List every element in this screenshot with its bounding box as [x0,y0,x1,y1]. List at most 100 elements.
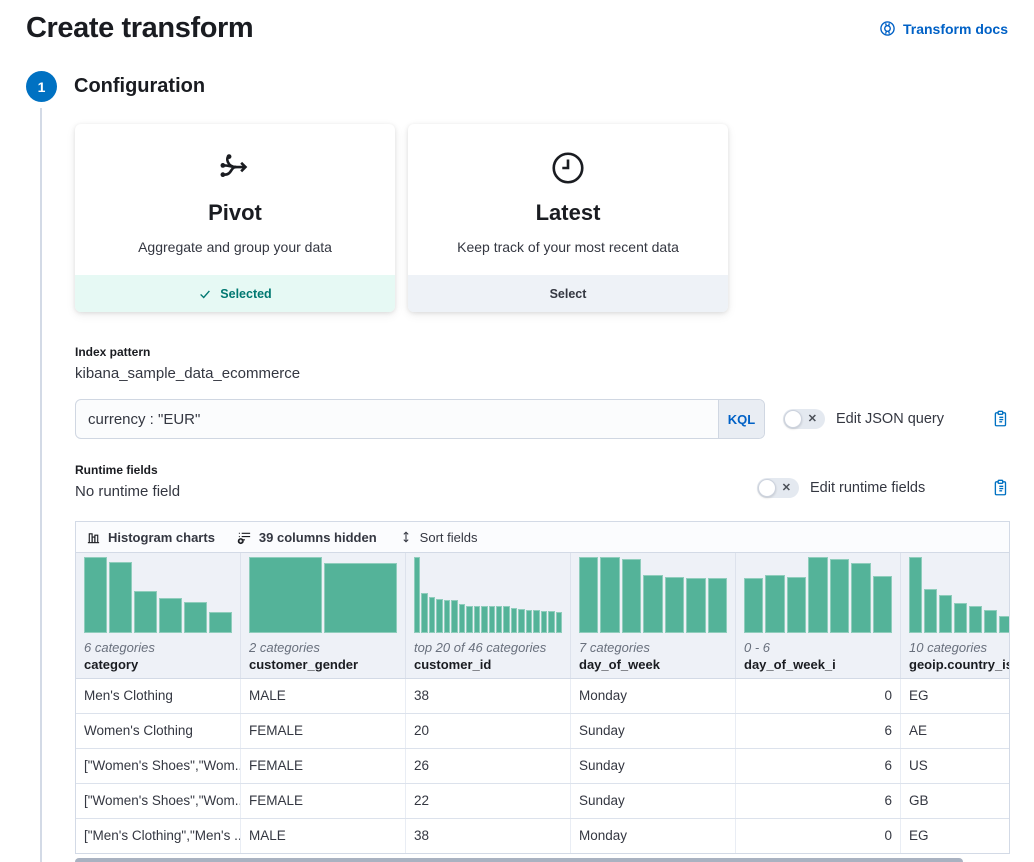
column-header-day_of_week[interactable]: 7 categoriesday_of_week [571,553,736,678]
sort-fields-button[interactable]: Sort fields [399,530,478,545]
query-row: KQL ✕ Edit JSON query [75,399,1010,439]
table-cell-category[interactable]: ["Men's Clothing","Men's ... [76,819,241,853]
pivot-footer-label: Selected [220,287,271,301]
histogram-bar [324,563,397,633]
table-cell-day_of_week[interactable]: Monday [571,679,736,713]
table-cell-customer_gender[interactable]: MALE [241,819,406,853]
histogram-bar [548,611,554,633]
table-cell-day_of_week_i[interactable]: 0 [736,679,901,713]
clock-icon [408,148,728,188]
check-icon [198,287,212,301]
table-cell-category[interactable]: Men's Clothing [76,679,241,713]
table-cell-day_of_week[interactable]: Sunday [571,714,736,748]
table-cell-customer_gender[interactable]: MALE [241,679,406,713]
histogram-charts-label: Histogram charts [108,530,215,545]
histogram-bar [489,606,495,633]
table-cell-day_of_week_i[interactable]: 6 [736,784,901,818]
edit-json-query-switch[interactable]: ✕ [783,409,825,429]
table-cell-day_of_week_i[interactable]: 6 [736,749,901,783]
column-header-day_of_week_i[interactable]: 0 - 6 day_of_week_i [736,553,901,678]
pivot-card[interactable]: Pivot Aggregate and group your data Sele… [75,124,395,312]
column-caption: 6 categories [84,640,232,655]
histogram-bar [466,606,472,633]
switch-off-icon: ✕ [782,481,791,495]
query-language-button[interactable]: KQL [718,400,764,438]
column-name: geoip.country_iso_code [909,657,1010,672]
table-cell-geoip.country_iso_code[interactable]: EG [901,819,1010,853]
histogram-charts-button[interactable]: Histogram charts [86,530,215,545]
column-caption: 0 - 6 [744,640,892,655]
table-cell-customer_id[interactable]: 38 [406,819,571,853]
histogram-bar [686,578,705,633]
table-cell-geoip.country_iso_code[interactable]: GB [901,784,1010,818]
step-number-badge: 1 [26,71,57,102]
grid-body: Men's ClothingMALE38Monday0EGWomen's Clo… [76,679,1010,853]
table-cell-day_of_week_i[interactable]: 0 [736,819,901,853]
histogram-bar [109,562,132,633]
edit-runtime-fields-toggle-group: ✕ Edit runtime fields [757,478,1010,498]
column-name: day_of_week_i [744,657,892,672]
table-row: ["Women's Shoes","Wom...FEMALE26Sunday6U… [76,749,1010,784]
histogram-bar [159,598,182,633]
column-caption: top 20 of 46 categories [414,640,562,655]
histogram-customer_id [414,557,562,633]
latest-select-button[interactable]: Select [408,275,728,312]
table-cell-day_of_week[interactable]: Monday [571,819,736,853]
sort-arrows-icon [399,530,413,544]
histogram-icon [86,530,101,545]
table-cell-day_of_week[interactable]: Sunday [571,749,736,783]
table-cell-category[interactable]: ["Women's Shoes","Wom... [76,784,241,818]
copy-runtime-fields-button[interactable] [992,479,1010,497]
histogram-bar [496,606,502,633]
table-cell-customer_gender[interactable]: FEMALE [241,714,406,748]
step-title: Configuration [74,75,205,98]
column-name: day_of_week [579,657,727,672]
histogram-geoip.country_iso_code [909,557,1010,633]
step-connector-line [40,108,42,862]
edit-json-query-label: Edit JSON query [836,411,944,427]
table-cell-geoip.country_iso_code[interactable]: EG [901,679,1010,713]
page-header: Create transform Transform docs [0,0,1034,45]
pivot-selected-button[interactable]: Selected [75,275,395,312]
histogram-bar [744,578,763,633]
histogram-bar [954,603,967,633]
query-input[interactable] [76,400,718,438]
runtime-fields-label: Runtime fields [75,463,757,477]
histogram-bar [84,557,107,633]
histogram-customer_gender [249,557,397,633]
runtime-fields-value: No runtime field [75,483,757,500]
table-cell-customer_gender[interactable]: FEMALE [241,784,406,818]
table-cell-customer_id[interactable]: 26 [406,749,571,783]
table-cell-customer_id[interactable]: 20 [406,714,571,748]
column-header-customer_gender[interactable]: 2 categoriescustomer_gender [241,553,406,678]
transform-docs-label: Transform docs [903,21,1008,37]
table-cell-geoip.country_iso_code[interactable]: US [901,749,1010,783]
column-header-customer_id[interactable]: top 20 of 46 categoriescustomer_id [406,553,571,678]
table-cell-geoip.country_iso_code[interactable]: AE [901,714,1010,748]
edit-json-query-toggle-group: ✕ Edit JSON query [783,409,944,429]
histogram-bar [909,557,922,633]
column-header-category[interactable]: 6 categoriescategory [76,553,241,678]
page-title: Create transform [26,12,253,45]
columns-hidden-button[interactable]: 39 columns hidden [237,530,377,545]
histogram-bar [444,600,450,633]
table-cell-day_of_week_i[interactable]: 6 [736,714,901,748]
histogram-bar [421,593,427,633]
histogram-bar [600,557,619,633]
copy-json-query-button[interactable] [992,410,1010,428]
index-pattern-value: kibana_sample_data_ecommerce [75,365,1010,382]
latest-card[interactable]: Latest Keep track of your most recent da… [408,124,728,312]
horizontal-scrollbar-thumb[interactable] [75,858,963,862]
table-cell-customer_id[interactable]: 38 [406,679,571,713]
histogram-bar [526,610,532,633]
histogram-bar [134,591,157,633]
grid-toolbar: Histogram charts 39 columns hidden [76,522,1009,553]
table-cell-category[interactable]: ["Women's Shoes","Wom... [76,749,241,783]
table-cell-customer_gender[interactable]: FEMALE [241,749,406,783]
column-header-geoip.country_iso_code[interactable]: 10 categoriesgeoip.country_iso_code [901,553,1010,678]
transform-docs-link[interactable]: Transform docs [879,20,1008,37]
edit-runtime-fields-switch[interactable]: ✕ [757,478,799,498]
table-cell-customer_id[interactable]: 22 [406,784,571,818]
table-cell-day_of_week[interactable]: Sunday [571,784,736,818]
table-cell-category[interactable]: Women's Clothing [76,714,241,748]
